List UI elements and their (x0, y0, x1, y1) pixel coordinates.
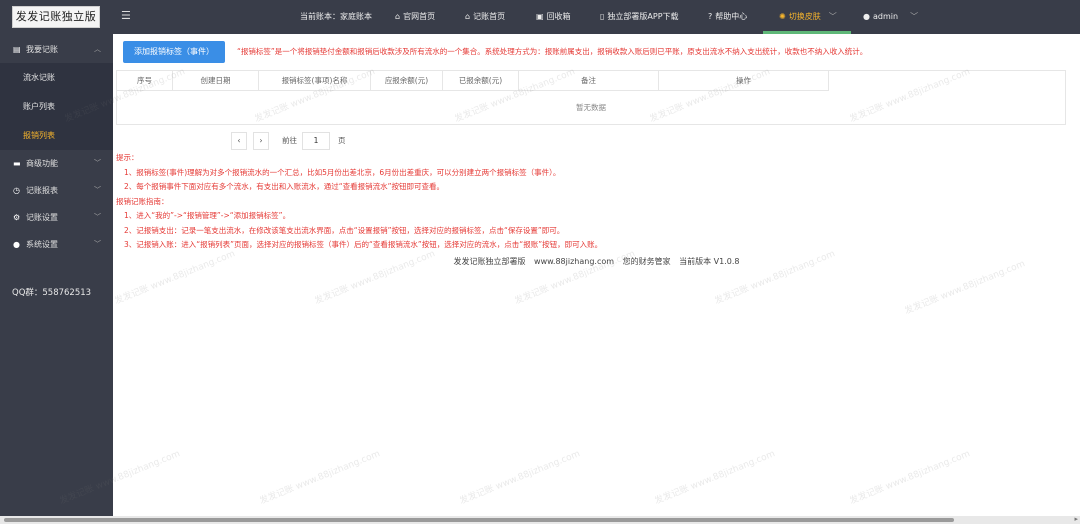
prev-page-button[interactable]: ‹ (231, 132, 247, 150)
menu-toggle-icon[interactable]: ☰ (121, 9, 131, 22)
chevron-down-icon: ﹀ (910, 12, 919, 21)
topbar: ☰ 当前账本：家庭账本 ⌂ 官网首页 ⌂ 记账首页 ▣ 回收箱 ▯ 独立部署版APP下载… (113, 0, 1080, 34)
user-menu[interactable]: ● admin ﹀ (863, 11, 918, 22)
nav-recycle[interactable]: ▣ 回收箱 (536, 11, 571, 22)
chevron-up-icon: ︿ (94, 45, 101, 53)
qq-group: QQ群：558762513 (12, 288, 92, 298)
chevron-down-icon: ﹀ (94, 159, 101, 167)
sidebar-item-label: 商级功能 (26, 159, 58, 168)
current-book[interactable]: 当前账本：家庭账本 (300, 11, 372, 22)
note-line: 3、记报销入账：进入“报销列表”页面，选择对应的报销标签（事件）后的“查看报销流… (124, 240, 603, 249)
col-date[interactable]: 创建日期 (173, 71, 259, 91)
nav-help[interactable]: ? 帮助中心 (708, 11, 747, 22)
note-title: 提示： (116, 153, 139, 162)
chevron-down-icon: ﹀ (94, 240, 101, 248)
nav-ledger-home[interactable]: ⌂ 记账首页 (465, 11, 505, 22)
user-icon: ● (13, 240, 20, 249)
sidebar-item-advanced[interactable]: ▬ 商级功能 ﹀ (0, 150, 113, 177)
ledger-icon: ▤ (13, 45, 21, 54)
footer: 发发记账独立部署版 www.88jizhang.com 您的财务管家 当前版本 … (113, 256, 1080, 267)
note-guide-title: 报销记账指南： (116, 196, 169, 206)
reimburse-table: 序号 创建日期 报销标签(事项)名称 应报余额(元) 已报余额(元) 备注 操作… (116, 70, 1066, 125)
sidebar: 发发记账独立版 ▤ 我要记账 ︿ 流水记账 账户列表 报销列表 ▬ 商级功能 ﹀ ◷… (0, 0, 113, 524)
home-icon: ⌂ (395, 12, 401, 21)
reimburse-tip: “报销标签”是一个将报销垫付金额和报销后收款涉及所有流水的一个集合。系统处理方式… (237, 47, 868, 56)
add-reimburse-tag-button[interactable]: 添加报销标签（事件） (123, 41, 225, 63)
col-remark[interactable]: 备注 (519, 71, 659, 91)
next-page-button[interactable]: › (253, 132, 269, 150)
trash-icon: ▣ (536, 12, 544, 21)
page-input[interactable]: 1 (302, 132, 330, 150)
phone-icon: ▯ (600, 12, 605, 21)
note-line: 2、记报销支出：记录一笔支出流水，在修改该笔支出流水界面，点击“设置报销”按钮，… (124, 225, 565, 235)
note-line: 1、进入“我的”->“报销管理”->“添加报销标签”。 (124, 211, 291, 220)
col-index[interactable]: 序号 (117, 71, 173, 91)
col-actions[interactable]: 操作 (659, 71, 829, 91)
footer-slogan: 您的财务管家 (622, 257, 671, 266)
chevron-down-icon: ﹀ (94, 186, 101, 194)
col-paid-balance[interactable]: 已报余额(元) (443, 71, 519, 91)
scrollbar-thumb[interactable] (4, 518, 954, 522)
briefcase-icon: ▬ (13, 159, 21, 168)
footer-name: 发发记账独立部署版 (453, 257, 526, 266)
table-header: 序号 创建日期 报销标签(事项)名称 应报余额(元) 已报余额(元) 备注 操作 (117, 71, 829, 91)
sidebar-item-reports[interactable]: ◷ 记账报表 ﹀ (0, 177, 113, 204)
sidebar-item-label: 记账设置 (26, 213, 58, 222)
sidebar-item-label: 记账报表 (26, 186, 58, 195)
footer-site[interactable]: www.88jizhang.com (534, 257, 614, 266)
nav-theme[interactable]: ✺ 切换皮肤 ﹀ (779, 11, 837, 22)
goto-label: 前往 (282, 136, 297, 145)
user-icon: ● (863, 12, 870, 21)
footer-version: 当前版本 V1.0.8 (679, 257, 740, 266)
main-content: 添加报销标签（事件） “报销标签”是一个将报销垫付金额和报销后收款涉及所有流水的… (113, 34, 1080, 516)
sidebar-item-reimburse[interactable]: 报销列表 (0, 121, 113, 150)
sidebar-item-accounts[interactable]: 账户列表 (0, 92, 113, 121)
sidebar-nav: ▤ 我要记账 ︿ 流水记账 账户列表 报销列表 ▬ 商级功能 ﹀ ◷ 记账报表 ﹀ ⚙… (0, 36, 113, 258)
sidebar-item-label: 我要记账 (26, 45, 58, 54)
sidebar-item-label: 系统设置 (26, 240, 58, 249)
clock-icon: ◷ (13, 186, 20, 195)
usage-notes: 提示： 1、报销标签(事件)理解为对多个报销流水的一个汇总，比如5月份出差北京，… (116, 151, 1056, 253)
home-icon: ⌂ (465, 12, 471, 21)
sidebar-item-settings[interactable]: ⚙ 记账设置 ﹀ (0, 204, 113, 231)
scroll-right-icon[interactable]: ▸ (1074, 515, 1078, 523)
nav-app-download[interactable]: ▯ 独立部署版APP下载 (600, 11, 679, 22)
palette-icon: ✺ (779, 12, 786, 21)
app-logo[interactable]: 发发记账独立版 (12, 6, 100, 28)
help-icon: ? (708, 12, 713, 21)
sidebar-submenu: 流水记账 账户列表 报销列表 (0, 63, 113, 150)
col-tag-name[interactable]: 报销标签(事项)名称 (259, 71, 371, 91)
table-empty: 暂无数据 (576, 103, 606, 112)
gear-icon: ⚙ (13, 213, 21, 222)
sidebar-item-system[interactable]: ● 系统设置 ﹀ (0, 231, 113, 258)
page-unit: 页 (338, 136, 346, 145)
col-due-balance[interactable]: 应报余额(元) (371, 71, 443, 91)
horizontal-scrollbar[interactable]: ▸ (0, 515, 1080, 524)
chevron-down-icon: ﹀ (94, 213, 101, 221)
chevron-down-icon: ﹀ (828, 12, 837, 21)
nav-official-home[interactable]: ⌂ 官网首页 (395, 11, 435, 22)
note-line: 1、报销标签(事件)理解为对多个报销流水的一个汇总，比如5月份出差北京，6月份出… (124, 167, 561, 177)
note-line: 2、每个报销事件下面对应有多个流水，有支出和入账流水，通过“查看报销流水”按钮即… (124, 182, 445, 191)
sidebar-item-flow[interactable]: 流水记账 (0, 63, 113, 92)
sidebar-item-bookkeeping[interactable]: ▤ 我要记账 ︿ (0, 36, 113, 63)
